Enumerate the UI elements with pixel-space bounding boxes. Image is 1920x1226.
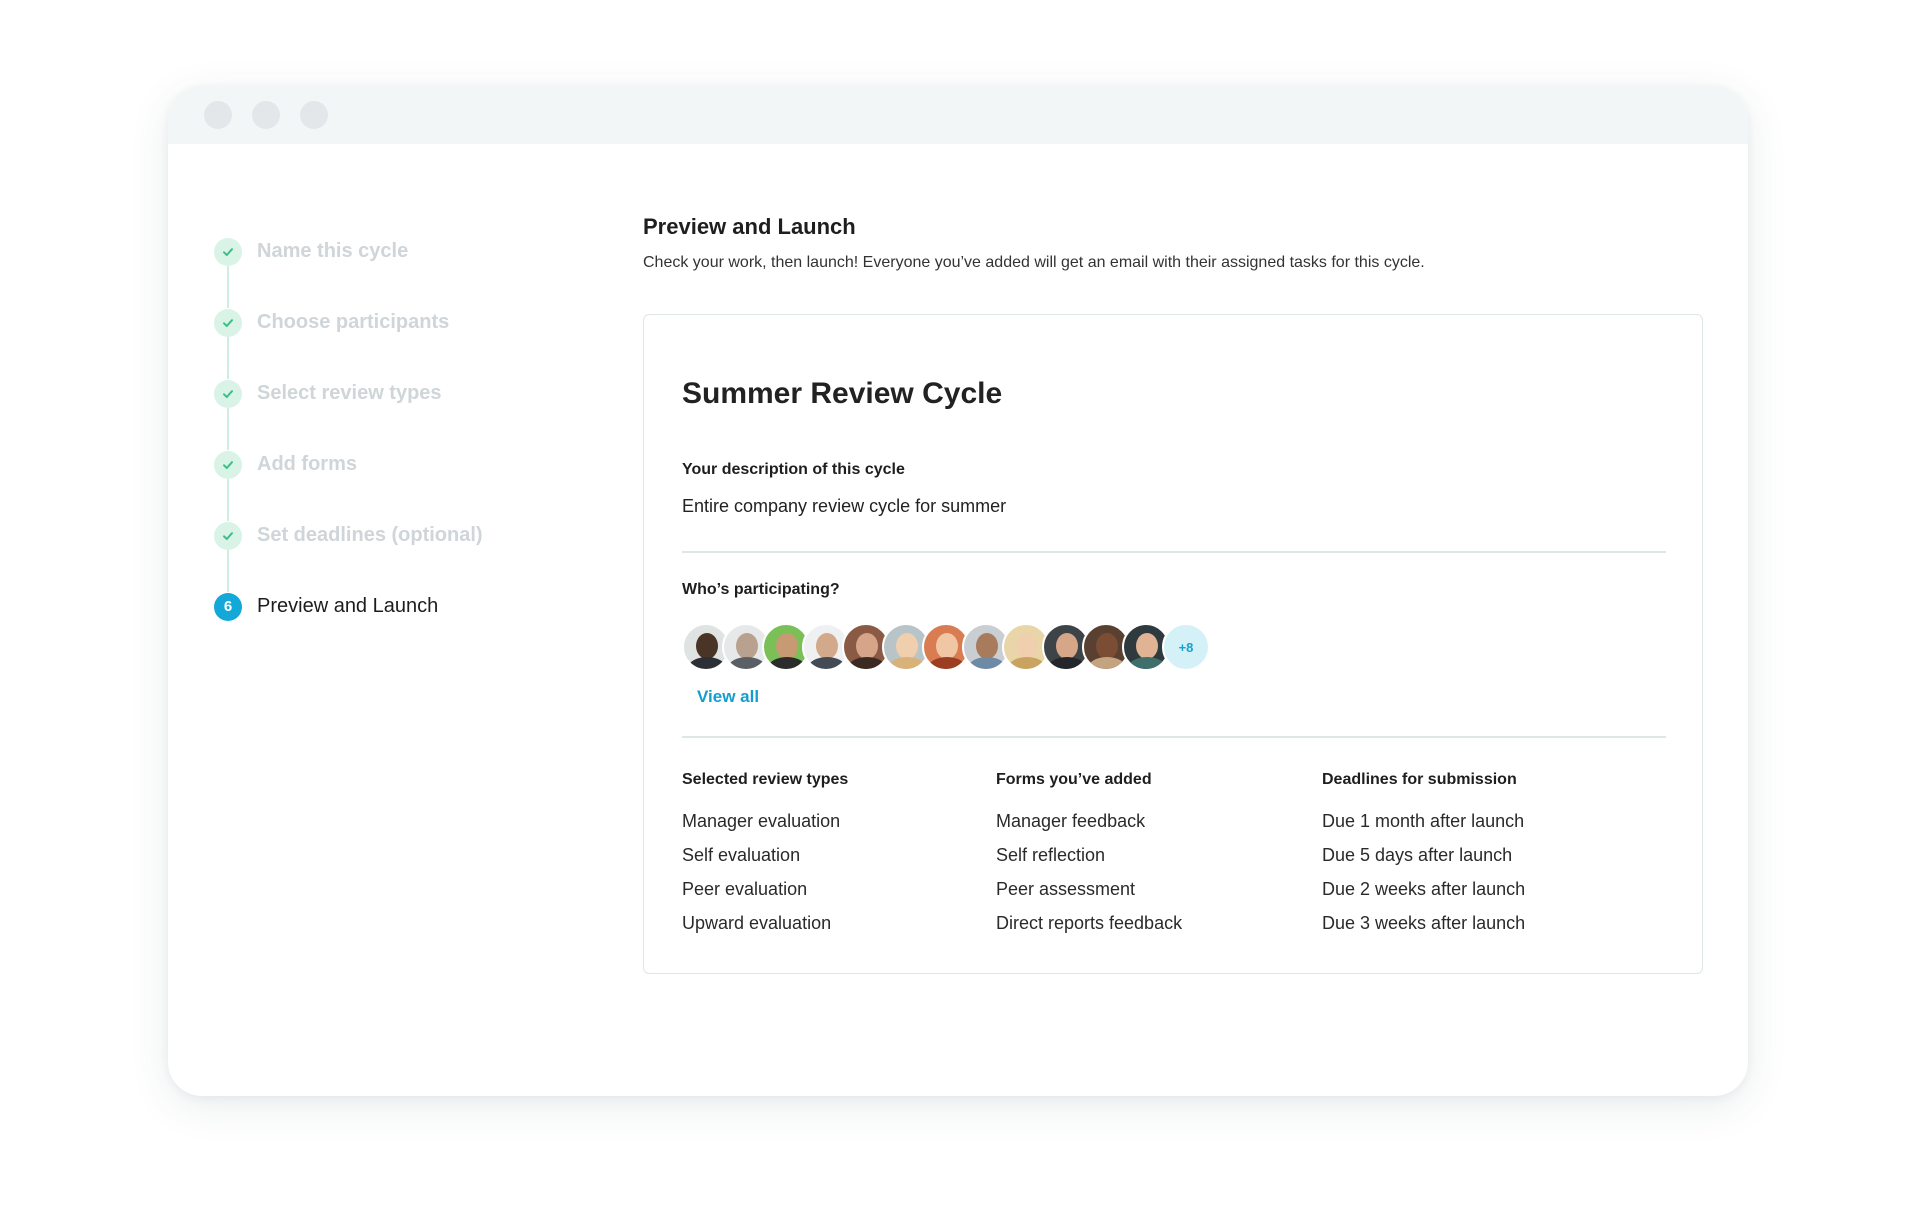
step-connector <box>227 479 229 521</box>
step-label: Preview and Launch <box>257 595 439 617</box>
step-label: Set deadlines (optional) <box>257 524 483 546</box>
check-icon <box>214 379 242 408</box>
list-item: Due 1 month after launch <box>1322 811 1525 831</box>
check-icon <box>214 521 242 550</box>
more-participants-badge[interactable]: +8 <box>1162 623 1210 671</box>
participants-label: Who’s participating? <box>682 581 840 598</box>
step-preview-launch[interactable]: 6 Preview and Launch <box>214 571 574 642</box>
check-icon <box>214 450 242 479</box>
divider <box>682 736 1666 738</box>
app-window: Name this cycle Choose participants Sele… <box>168 86 1748 1096</box>
list-item: Peer evaluation <box>682 879 808 899</box>
column-heading: Selected review types <box>682 771 849 788</box>
step-connector <box>227 408 229 450</box>
list-item: Due 3 weeks after launch <box>1322 913 1526 933</box>
step-connector <box>227 337 229 379</box>
step-number-badge: 6 <box>214 592 242 621</box>
window-maximize-dot[interactable] <box>300 101 328 129</box>
review-types-column: Selected review types Manager evaluation… <box>682 771 848 945</box>
description-value: Entire company review cycle for summer <box>682 496 1007 516</box>
check-icon <box>214 237 242 266</box>
stepper: Name this cycle Choose participants Sele… <box>214 216 574 642</box>
column-heading: Forms you’ve added <box>996 771 1152 788</box>
step-select-review-types[interactable]: Select review types <box>214 358 574 450</box>
step-choose-participants[interactable]: Choose participants <box>214 287 574 379</box>
step-label: Select review types <box>257 382 442 404</box>
list-item: Due 2 weeks after launch <box>1322 879 1526 899</box>
cycle-summary-card: Summer Review Cycle Your description of … <box>643 314 1703 974</box>
participant-avatars[interactable]: +8 <box>682 623 1210 673</box>
window-minimize-dot[interactable] <box>252 101 280 129</box>
divider <box>682 551 1666 553</box>
page-title: Preview and Launch <box>643 214 856 239</box>
list-item: Direct reports feedback <box>996 913 1183 933</box>
column-heading: Deadlines for submission <box>1322 771 1517 788</box>
list-item: Manager evaluation <box>682 811 841 831</box>
list-item: Self reflection <box>996 845 1106 865</box>
list-item: Self evaluation <box>682 845 801 865</box>
page-subtitle: Check your work, then launch! Everyone y… <box>643 254 1425 271</box>
step-set-deadlines[interactable]: Set deadlines (optional) <box>214 500 574 592</box>
cycle-title: Summer Review Cycle <box>682 377 1003 410</box>
step-label: Choose participants <box>257 311 450 333</box>
step-connector <box>227 266 229 308</box>
description-label: Your description of this cycle <box>682 461 905 478</box>
deadlines-column: Deadlines for submission Due 1 month aft… <box>1322 771 1525 945</box>
step-label: Add forms <box>257 453 357 475</box>
step-add-forms[interactable]: Add forms <box>214 429 574 521</box>
list-item: Upward evaluation <box>682 913 832 933</box>
window-titlebar <box>168 86 1748 144</box>
forms-column: Forms you’ve added Manager feedback Self… <box>996 771 1182 945</box>
view-all-link[interactable]: View all <box>697 687 759 707</box>
step-name-cycle[interactable]: Name this cycle <box>214 216 574 308</box>
list-item: Manager feedback <box>996 811 1146 831</box>
step-connector <box>227 550 229 592</box>
list-item: Peer assessment <box>996 879 1136 899</box>
list-item: Due 5 days after launch <box>1322 845 1513 865</box>
window-close-dot[interactable] <box>204 101 232 129</box>
step-label: Name this cycle <box>257 240 409 262</box>
check-icon <box>214 308 242 337</box>
